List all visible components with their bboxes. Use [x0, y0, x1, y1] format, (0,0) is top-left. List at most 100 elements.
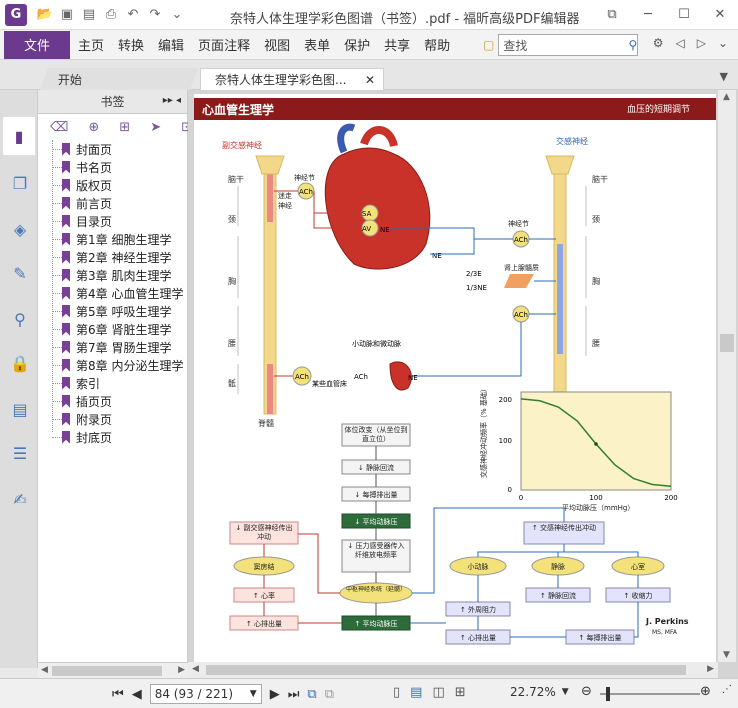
- go-to-bookmark-icon[interactable]: ➤: [150, 120, 161, 135]
- single-page-view-icon[interactable]: ▯: [393, 685, 400, 700]
- menu-view[interactable]: 视图: [264, 35, 290, 54]
- menu-convert[interactable]: 转换: [118, 35, 144, 54]
- bookmark-item[interactable]: 第5章 呼吸生理学: [48, 302, 187, 320]
- tab-start[interactable]: 开始: [39, 68, 199, 90]
- bookmark-item[interactable]: 第1章 细胞生理学: [48, 230, 187, 248]
- security-lock-icon[interactable]: 🔒: [9, 352, 31, 374]
- first-page-icon[interactable]: ⏮: [112, 687, 124, 702]
- scrollbar-thumb[interactable]: [720, 334, 734, 352]
- layers-icon[interactable]: ◈: [9, 218, 31, 240]
- bookmark-item[interactable]: 第2章 神经生理学: [48, 248, 187, 266]
- panel-collapse-icon[interactable]: ▸▸ ◂: [163, 95, 181, 106]
- bookmark-item[interactable]: 第3章 肌肉生理学: [48, 266, 187, 284]
- zoom-out-icon[interactable]: ⊖: [581, 684, 592, 699]
- scroll-left-icon[interactable]: ◀: [41, 665, 48, 675]
- zoom-in-icon[interactable]: ⊕: [700, 684, 711, 699]
- bookmark-item[interactable]: 封底页: [48, 428, 187, 446]
- save-as-icon[interactable]: ▤: [81, 7, 97, 23]
- add-bookmark-icon[interactable]: ⊕: [88, 120, 99, 135]
- document-properties-icon[interactable]: ▤: [9, 398, 31, 420]
- bookmark-item[interactable]: 第8章 内分泌生理学: [48, 356, 187, 374]
- search-folder-icon[interactable]: ▢: [483, 38, 494, 52]
- redo-icon[interactable]: ↷: [147, 7, 163, 23]
- tab-document[interactable]: 奈特人体生理学彩色图... ✕: [200, 68, 384, 90]
- restore-icon[interactable]: ⧉: [594, 0, 630, 28]
- zoom-level[interactable]: 22.72%: [510, 685, 556, 699]
- previous-view-icon[interactable]: ⧉: [307, 687, 316, 702]
- nav-back-icon[interactable]: ◁: [675, 36, 684, 50]
- attachments-icon[interactable]: ⚲: [9, 308, 31, 330]
- bookmark-item[interactable]: 封面页: [48, 140, 187, 158]
- minimize-icon[interactable]: ─: [630, 0, 666, 28]
- delete-bookmark-icon[interactable]: ⌫: [50, 120, 68, 135]
- content-panel-icon[interactable]: ☰: [9, 442, 31, 464]
- close-icon[interactable]: ✕: [702, 0, 738, 28]
- page-dropdown-icon[interactable]: ▼: [250, 689, 257, 699]
- bookmark-item[interactable]: 索引: [48, 374, 187, 392]
- zoom-slider-knob[interactable]: [606, 687, 610, 701]
- next-page-icon[interactable]: ▶: [270, 687, 280, 702]
- pdf-page[interactable]: 心血管生理学 血压的短期调节 副交感神经 交感神经 脑干 颈 胸 腰 骶 脊髓 …: [194, 94, 716, 662]
- scroll-down-icon[interactable]: ▼: [723, 650, 730, 660]
- folder-open-icon[interactable]: 📂: [37, 7, 53, 23]
- maximize-icon[interactable]: ☐: [666, 0, 702, 28]
- flow-text-contractility: ↑ 收缩力: [623, 591, 652, 600]
- scroll-up-icon[interactable]: ▲: [723, 92, 730, 102]
- sign-tool-icon[interactable]: ✍: [9, 488, 31, 510]
- bookmark-item[interactable]: 书名页: [48, 158, 187, 176]
- bookmark-item[interactable]: 附录页: [48, 410, 187, 428]
- bookmark-panel-icon[interactable]: ▮: [3, 117, 35, 155]
- bookmark-item[interactable]: 插页页: [48, 392, 187, 410]
- search-icon[interactable]: ⚲: [629, 38, 638, 52]
- continuous-view-icon[interactable]: ▤: [410, 685, 422, 700]
- save-icon[interactable]: ▣: [59, 7, 75, 23]
- menu-help[interactable]: 帮助: [424, 35, 450, 54]
- next-view-icon[interactable]: ⧉: [325, 687, 334, 702]
- adrenal-label: 肾上腺髓质: [504, 263, 539, 272]
- last-page-icon[interactable]: ⏭: [288, 687, 300, 702]
- bookmark-item[interactable]: 第4章 心血管生理学: [48, 284, 187, 302]
- menu-protect[interactable]: 保护: [344, 35, 370, 54]
- zoom-slider[interactable]: [600, 687, 700, 701]
- comments-icon[interactable]: ✎: [9, 262, 31, 284]
- file-menu-button[interactable]: 文件: [4, 30, 70, 59]
- page-number-input[interactable]: 84 (93 / 221) ▼: [149, 684, 262, 704]
- menu-share[interactable]: 共享: [384, 35, 410, 54]
- bookmark-horizontal-scrollbar[interactable]: ◀ ▶: [38, 662, 188, 678]
- zoom-dropdown-icon[interactable]: ▼: [562, 687, 569, 697]
- bookmark-item[interactable]: 第6章 肾脏生理学: [48, 320, 187, 338]
- left-brain-shape: [255, 155, 285, 175]
- menu-comment[interactable]: 注释: [224, 35, 250, 54]
- nav-forward-icon[interactable]: ▷: [697, 36, 706, 50]
- search-input[interactable]: 查找 ⚲: [498, 34, 639, 56]
- scrollbar-thumb[interactable]: [206, 665, 686, 675]
- scroll-right-icon[interactable]: ▶: [707, 664, 714, 674]
- menu-form[interactable]: 表单: [304, 35, 330, 54]
- scrollbar-thumb[interactable]: [52, 666, 162, 676]
- menu-edit[interactable]: 编辑: [158, 35, 184, 54]
- previous-page-icon[interactable]: ◀: [132, 687, 142, 702]
- customize-icon[interactable]: ⌄: [169, 7, 185, 23]
- add-child-bookmark-icon[interactable]: ⊞: [119, 120, 130, 135]
- bookmark-item[interactable]: 目录页: [48, 212, 187, 230]
- continuous-facing-view-icon[interactable]: ⊞: [455, 685, 466, 700]
- flow-text-venous-return-r: ↑ 静脉回流: [540, 591, 576, 600]
- scroll-right-icon[interactable]: ▶: [178, 665, 185, 675]
- tab-close-icon[interactable]: ✕: [365, 73, 375, 87]
- pages-thumbnail-icon[interactable]: ❐: [9, 172, 31, 194]
- tab-list-icon[interactable]: ▼: [720, 70, 728, 83]
- heart-illustration: [324, 147, 431, 270]
- document-horizontal-scrollbar[interactable]: ◀ ▶: [188, 662, 718, 678]
- undo-icon[interactable]: ↶: [125, 7, 141, 23]
- collapse-ribbon-icon[interactable]: ⌄: [718, 36, 728, 50]
- print-icon[interactable]: ⎙: [103, 7, 119, 23]
- bookmark-item[interactable]: 版权页: [48, 176, 187, 194]
- scroll-left-icon[interactable]: ◀: [192, 664, 199, 674]
- bookmark-item[interactable]: 前言页: [48, 194, 187, 212]
- menu-page[interactable]: 页面: [198, 35, 224, 54]
- document-vertical-scrollbar[interactable]: ▲ ▼: [718, 90, 736, 662]
- menu-home[interactable]: 主页: [78, 35, 104, 54]
- settings-gear-icon[interactable]: ⚙: [653, 36, 664, 50]
- facing-view-icon[interactable]: ◫: [432, 685, 444, 700]
- bookmark-item[interactable]: 第7章 胃肠生理学: [48, 338, 187, 356]
